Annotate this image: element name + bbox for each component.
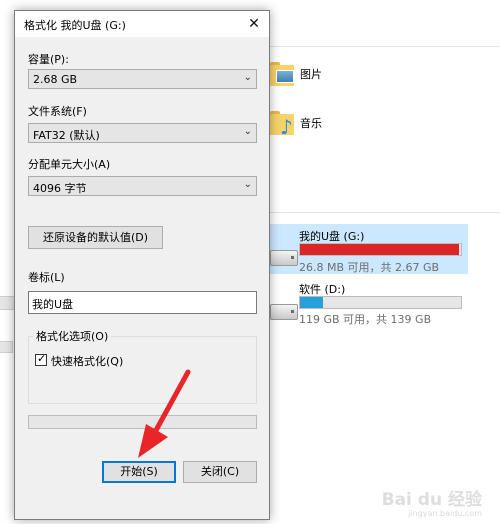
chevron-down-icon: ⌄ [243, 126, 252, 137]
filesystem-value: FAT32 (默认) [33, 129, 100, 142]
drive-usage-fill [300, 297, 323, 308]
watermark: Bai du 经验 jingyan.baidu.com [382, 491, 482, 518]
watermark-url: jingyan.baidu.com [408, 509, 482, 518]
format-dialog: 格式化 我的U盘 (G:) ✕ 容量(P): 2.68 GB ⌄ 文件系统(F)… [14, 10, 270, 520]
volume-label-label: 卷标(L) [28, 271, 65, 284]
chevron-down-icon: ⌄ [243, 179, 252, 190]
filesystem-select[interactable]: FAT32 (默认) ⌄ [28, 123, 257, 143]
drive-usage-fill [300, 244, 460, 255]
checkmark-icon: ✓ [37, 352, 47, 365]
drive-free-text: 26.8 MB 可用，共 2.67 GB [299, 261, 440, 274]
restore-defaults-button[interactable]: 还原设备的默认值(D) [28, 226, 163, 249]
drive-name: 软件 (D:) [299, 283, 346, 296]
drive-name: 我的U盘 (G:) [299, 230, 365, 243]
divider [268, 46, 500, 47]
explorer-left-edge [0, 341, 13, 353]
drive-usage-bar [299, 296, 462, 309]
divider [268, 212, 500, 213]
volume-label-input[interactable]: 我的U盘 [28, 291, 257, 314]
allocation-unit-value: 4096 字节 [33, 182, 87, 195]
folder-label-music[interactable]: 音乐 [300, 115, 322, 131]
close-icon[interactable]: ✕ [239, 11, 269, 37]
capacity-label: 容量(P): [28, 53, 69, 66]
hard-drive-icon [270, 304, 298, 320]
capacity-value: 2.68 GB [33, 73, 78, 86]
drive-item-usb[interactable]: 我的U盘 (G:) 26.8 MB 可用，共 2.67 GB [268, 224, 468, 274]
folder-label-pictures[interactable]: 图片 [300, 66, 322, 82]
drive-usage-bar [299, 243, 462, 256]
capacity-select[interactable]: 2.68 GB ⌄ [28, 69, 257, 89]
pictures-folder-icon[interactable] [270, 62, 294, 86]
format-options-group [28, 336, 257, 404]
drive-item-software[interactable]: 软件 (D:) 119 GB 可用，共 139 GB [268, 278, 468, 328]
format-options-title: 格式化选项(O) [33, 328, 112, 344]
explorer-left-edge [0, 296, 15, 310]
watermark-logo: Bai du 经验 [381, 490, 482, 510]
quick-format-label[interactable]: 快速格式化(Q) [51, 353, 123, 369]
allocation-unit-select[interactable]: 4096 字节 ⌄ [28, 176, 257, 196]
format-progress-bar [28, 415, 257, 429]
close-button[interactable]: 关闭(C) [183, 461, 257, 483]
start-button[interactable]: 开始(S) [102, 461, 176, 483]
filesystem-label: 文件系统(F) [28, 105, 87, 118]
volume-label-value: 我的U盘 [32, 298, 74, 311]
allocation-unit-label: 分配单元大小(A) [28, 158, 111, 171]
music-folder-icon[interactable]: ♪ [270, 111, 294, 137]
dialog-titlebar[interactable]: 格式化 我的U盘 (G:) ✕ [15, 11, 269, 37]
quick-format-checkbox[interactable]: ✓ [35, 352, 47, 366]
dialog-title: 格式化 我的U盘 (G:) [24, 19, 126, 32]
chevron-down-icon: ⌄ [243, 72, 252, 83]
usb-drive-icon [270, 250, 298, 266]
drive-free-text: 119 GB 可用，共 139 GB [299, 313, 432, 326]
